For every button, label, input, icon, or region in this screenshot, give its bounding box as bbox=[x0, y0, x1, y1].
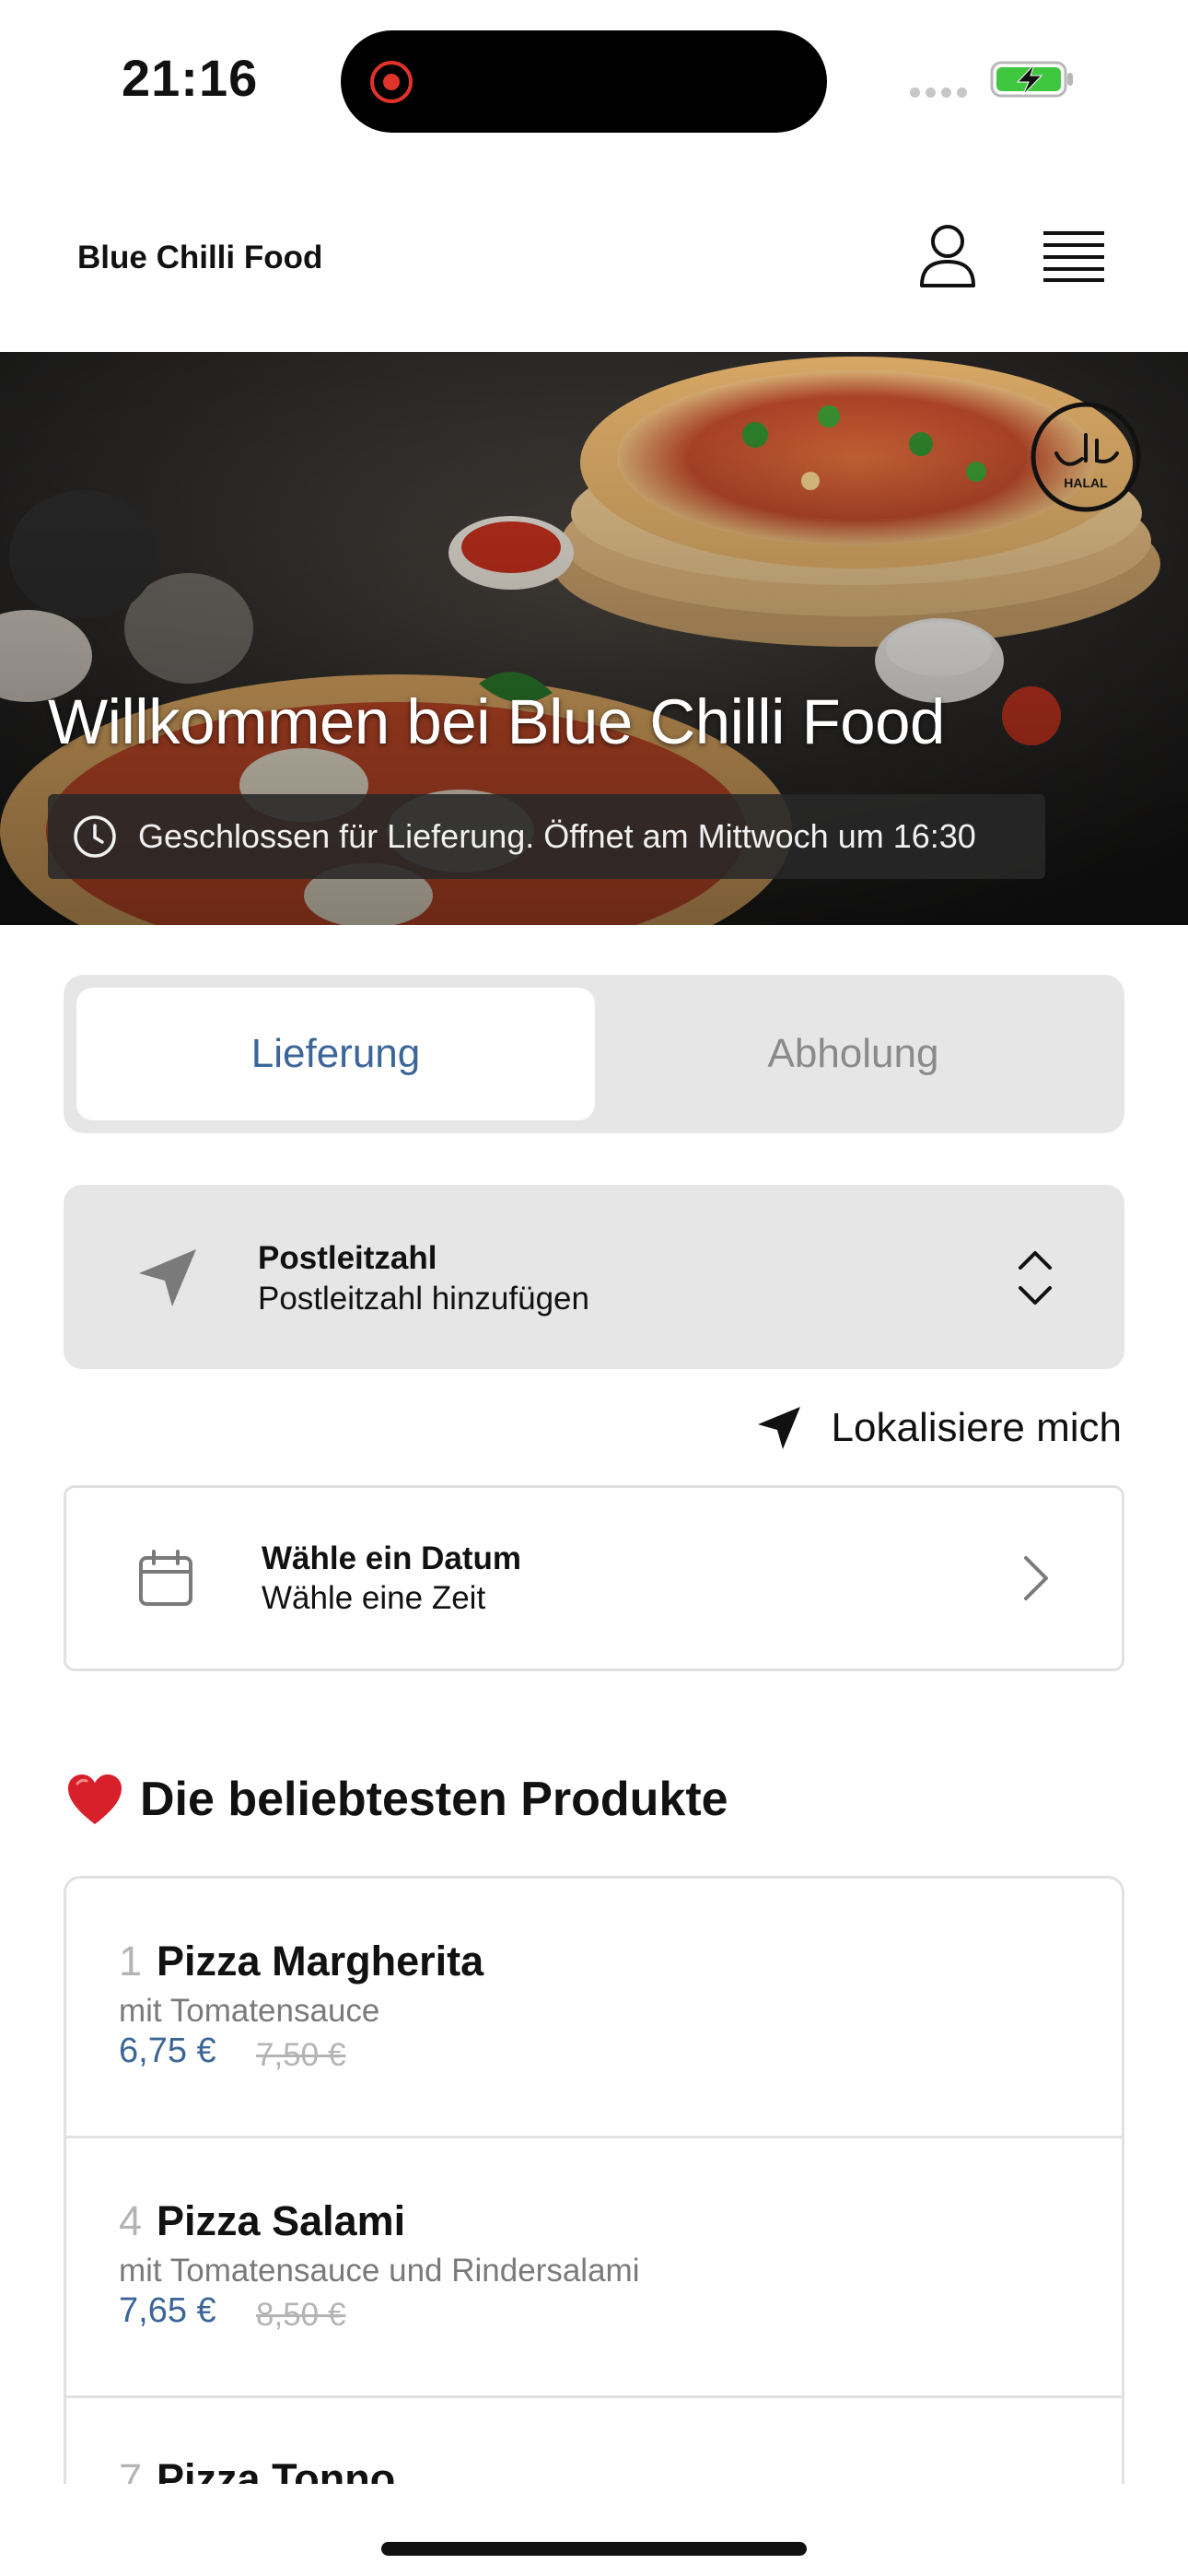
date-label: Wähle ein Datum bbox=[262, 1540, 521, 1576]
product-title: 7 Pizza Tonno bbox=[119, 2455, 395, 2484]
screen-recording-icon bbox=[370, 61, 413, 103]
postcode-label: Postleitzahl bbox=[258, 1240, 437, 1276]
order-mode-toggle: Lieferung Abholung bbox=[64, 975, 1124, 1133]
tab-lieferung[interactable]: Lieferung bbox=[76, 988, 595, 1120]
home-indicator[interactable] bbox=[381, 2542, 807, 2556]
chevron-right-icon bbox=[1024, 1556, 1048, 1600]
product-description: mit Tomatensauce und Rindersalami bbox=[119, 2253, 640, 2289]
battery-charging-icon bbox=[990, 61, 1073, 98]
popular-products-list: 1 Pizza Margherita mit Tomatensauce 6,75 … bbox=[64, 1876, 1124, 2484]
brand-name[interactable]: Blue Chilli Food bbox=[77, 240, 322, 276]
product-name: Pizza Tonno bbox=[157, 2455, 396, 2484]
product-number: 4 bbox=[119, 2197, 143, 2244]
popular-products-title: Die beliebtesten Produkte bbox=[140, 1773, 728, 1826]
product-price: 6,75 € bbox=[119, 2032, 216, 2070]
status-bar: 21:16 bbox=[0, 0, 1188, 157]
product-name: Pizza Margherita bbox=[157, 1938, 484, 1985]
product-number: 1 bbox=[119, 1938, 143, 1985]
product-old-price: 7,50 € bbox=[256, 2037, 346, 2073]
product-title: 1 Pizza Margherita bbox=[119, 1938, 483, 1985]
location-arrow-icon bbox=[139, 1249, 196, 1306]
date-time-selector[interactable]: Wähle ein Datum Wähle eine Zeit bbox=[64, 1485, 1124, 1671]
product-card[interactable]: 4 Pizza Salami mit Tomatensauce und Rinde… bbox=[66, 2138, 1122, 2398]
app-header: Blue Chilli Food bbox=[0, 157, 1188, 352]
heart-icon bbox=[68, 1774, 122, 1824]
postcode-selector[interactable]: Postleitzahl Postleitzahl hinzufügen bbox=[64, 1185, 1124, 1369]
product-card[interactable]: 1 Pizza Margherita mit Tomatensauce 6,75 … bbox=[66, 1879, 1122, 2138]
product-name: Pizza Salami bbox=[157, 2197, 406, 2244]
locate-me-label: Lokalisiere mich bbox=[831, 1405, 1122, 1450]
status-time: 21:16 bbox=[122, 49, 259, 107]
signal-icon bbox=[910, 86, 973, 102]
product-title: 4 Pizza Salami bbox=[119, 2197, 405, 2245]
time-value: Wähle eine Zeit bbox=[262, 1580, 486, 1616]
dynamic-island bbox=[341, 30, 827, 133]
product-card[interactable]: 7 Pizza Tonno bbox=[66, 2398, 1122, 2484]
svg-text:HALAL: HALAL bbox=[1064, 475, 1108, 490]
user-icon[interactable] bbox=[918, 223, 977, 289]
menu-icon[interactable] bbox=[1043, 230, 1104, 282]
locate-me-button[interactable]: Lokalisiere mich bbox=[754, 1400, 1122, 1456]
popular-products-heading: Die beliebtesten Produkte bbox=[66, 1767, 728, 1832]
opening-status-text: Geschlossen für Lieferung. Öffnet am Mit… bbox=[138, 817, 976, 855]
hero-title: Willkommen bei Blue Chilli Food bbox=[48, 686, 945, 757]
product-old-price: 8,50 € bbox=[256, 2297, 346, 2333]
location-arrow-icon bbox=[757, 1407, 800, 1449]
tab-abholung[interactable]: Abholung bbox=[594, 988, 1112, 1120]
postcode-value: Postleitzahl hinzufügen bbox=[258, 1281, 589, 1317]
calendar-icon bbox=[139, 1550, 192, 1606]
chevron-up-down-icon bbox=[1019, 1251, 1052, 1305]
hero-banner: HALAL Willkommen bei Blue Chilli Food Ge… bbox=[0, 352, 1188, 925]
product-number: 7 bbox=[119, 2455, 143, 2484]
product-description: mit Tomatensauce bbox=[119, 1993, 380, 2029]
opening-status-banner: Geschlossen für Lieferung. Öffnet am Mit… bbox=[48, 794, 1045, 879]
clock-icon bbox=[74, 815, 116, 858]
product-price: 7,65 € bbox=[119, 2291, 216, 2330]
halal-badge-icon: HALAL bbox=[1031, 402, 1141, 512]
